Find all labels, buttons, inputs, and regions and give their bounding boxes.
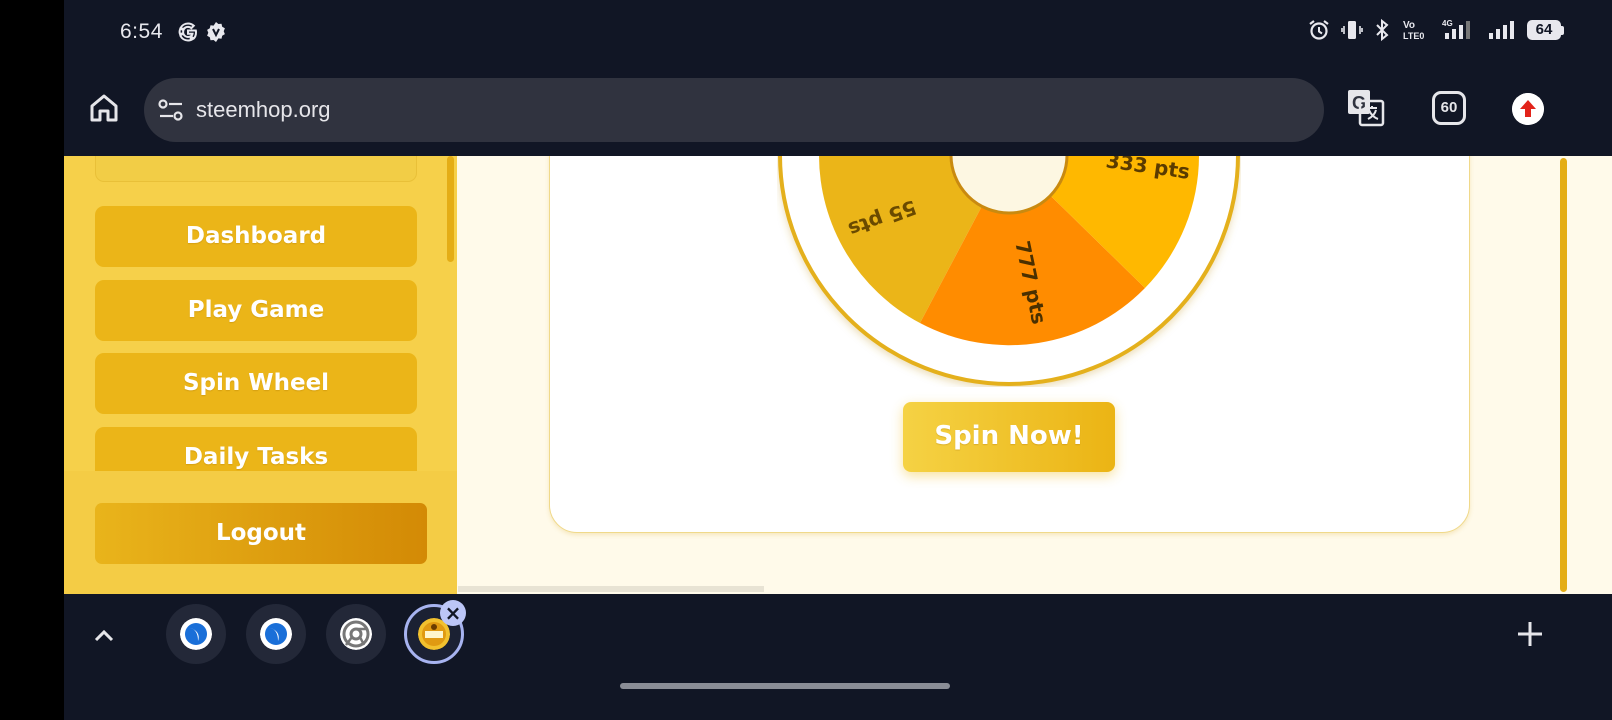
status-system-icons: Vo LTE0 4G 64	[1307, 18, 1564, 42]
update-arrow-icon[interactable]	[1512, 93, 1544, 125]
verified-badge-icon	[207, 22, 225, 42]
volte-icon: Vo LTE0	[1403, 20, 1424, 41]
nav-item-spin-wheel[interactable]: Spin Wheel	[95, 353, 417, 414]
svg-text:4G: 4G	[1442, 19, 1453, 28]
gesture-navigation-bar[interactable]	[620, 683, 950, 689]
google-icon	[178, 22, 198, 42]
signal-icon	[1489, 21, 1514, 39]
status-bar: 6:54 Vo LTE0 4G 64	[64, 0, 1612, 64]
horizontal-scrollbar[interactable]	[458, 586, 764, 592]
chevron-up-icon[interactable]	[88, 620, 120, 652]
tab-strip: ×	[64, 594, 1612, 720]
sidebar-nav[interactable]: Dashboard Play Game Spin Wheel Daily Tas…	[64, 156, 457, 471]
vibrate-icon	[1341, 21, 1363, 39]
nav-item-partial[interactable]	[95, 156, 417, 182]
status-time: 6:54	[120, 20, 163, 43]
nav-item-daily-tasks[interactable]: Daily Tasks	[95, 427, 417, 471]
status-notification-icons	[176, 20, 228, 44]
sidebar-footer: Logout	[64, 471, 457, 594]
close-tab-icon[interactable]: ×	[440, 600, 466, 626]
prize-wheel[interactable]: 55 pts 777 pts 333 pts	[777, 156, 1241, 387]
spin-now-button[interactable]: Spin Now!	[903, 402, 1115, 472]
nav-item-dashboard[interactable]: Dashboard	[95, 206, 417, 267]
sidebar: Dashboard Play Game Spin Wheel Daily Tas…	[64, 156, 457, 594]
nav-item-play-game[interactable]: Play Game	[95, 280, 417, 341]
tab-chip[interactable]	[326, 604, 386, 664]
alarm-icon	[1309, 20, 1329, 40]
translate-icon[interactable]: G	[1346, 88, 1386, 128]
chrome-icon	[340, 618, 372, 650]
svg-text:Vo: Vo	[1403, 20, 1415, 31]
bluetooth-icon	[1376, 18, 1389, 42]
tab-chip[interactable]	[246, 604, 306, 664]
site-settings-icon[interactable]	[158, 99, 184, 121]
site-favicon-icon	[260, 618, 292, 650]
battery-level: 64	[1527, 20, 1561, 40]
home-button[interactable]	[86, 90, 122, 126]
tab-chip[interactable]	[166, 604, 226, 664]
browser-toolbar: steemhop.org G 60	[64, 64, 1612, 156]
signal-4g-icon: 4G	[1442, 19, 1470, 39]
web-viewport: Dashboard Play Game Spin Wheel Daily Tas…	[64, 156, 1612, 594]
new-tab-plus-icon[interactable]	[1512, 616, 1548, 652]
logout-button[interactable]: Logout	[95, 503, 427, 564]
url-bar[interactable]: steemhop.org	[144, 78, 1324, 142]
url-text[interactable]: steemhop.org	[196, 97, 331, 123]
page-scrollbar[interactable]	[1560, 158, 1567, 592]
android-screen: 6:54 Vo LTE0 4G 64 steemhop.org G 60 Das…	[64, 0, 1612, 720]
sidebar-scrollbar[interactable]	[447, 156, 454, 262]
tab-switcher-button[interactable]: 60	[1432, 91, 1466, 125]
site-favicon-icon	[180, 618, 212, 650]
svg-text:LTE0: LTE0	[1403, 31, 1424, 41]
battery-icon: 64	[1527, 20, 1564, 40]
